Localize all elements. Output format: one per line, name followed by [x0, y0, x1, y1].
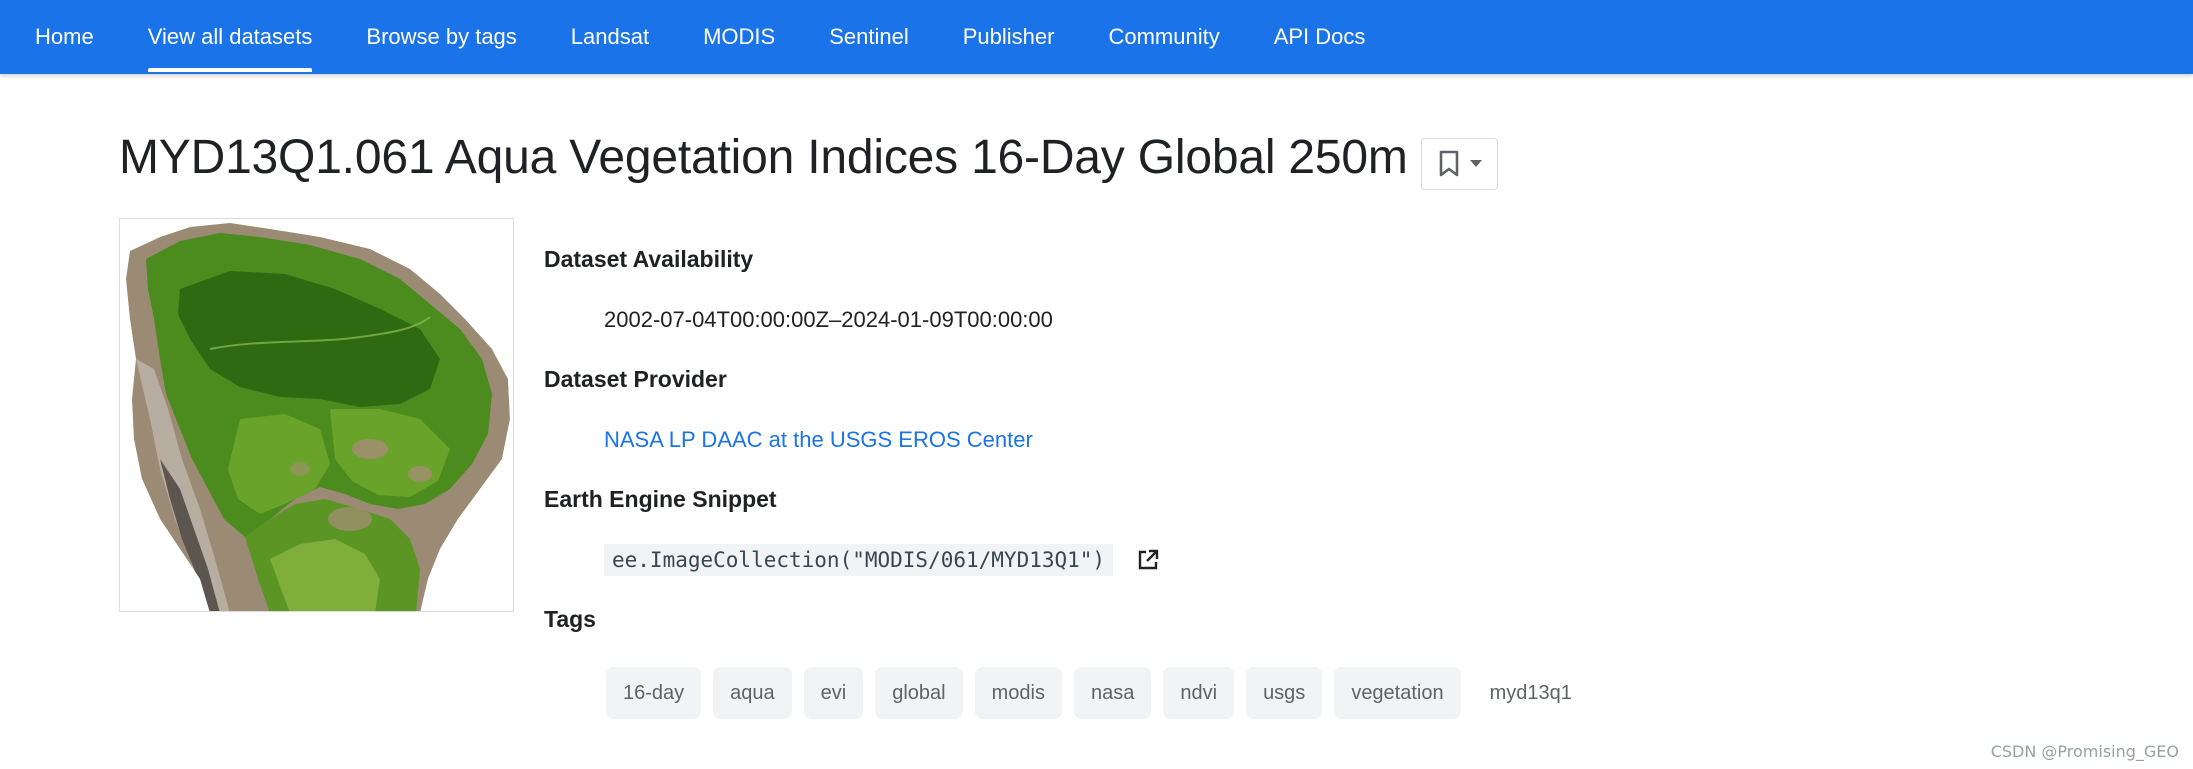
top-nav: Home View all datasets Browse by tags La… [0, 0, 2193, 74]
tag-list: 16-day aqua evi global modis nasa ndvi u… [606, 667, 1601, 719]
nav-item-landsat[interactable]: Landsat [571, 0, 649, 74]
tag-chip[interactable]: evi [803, 667, 864, 719]
watermark: CSDN @Promising_GEO [1990, 742, 2179, 761]
bookmark-button[interactable] [1421, 138, 1498, 190]
tag-chip[interactable]: modis [974, 667, 1062, 719]
tags-label: Tags [544, 606, 596, 632]
snippet-label: Earth Engine Snippet [544, 486, 777, 512]
provider-label: Dataset Provider [544, 366, 727, 392]
availability-label: Dataset Availability [544, 246, 754, 272]
nav-item-modis[interactable]: MODIS [703, 0, 775, 74]
bookmark-icon [1438, 150, 1460, 178]
tag-chip[interactable]: usgs [1246, 667, 1323, 719]
nav-item-view-all-datasets[interactable]: View all datasets [147, 0, 312, 74]
nav-item-community[interactable]: Community [1108, 0, 1219, 74]
nav-item-home[interactable]: Home [35, 0, 94, 74]
nav-item-publisher[interactable]: Publisher [963, 0, 1055, 74]
tag-chip[interactable]: ndvi [1163, 667, 1235, 719]
open-in-new-icon[interactable] [1136, 548, 1160, 577]
chevron-down-icon [1469, 160, 1482, 168]
earth-engine-snippet[interactable]: ee.ImageCollection("MODIS/061/MYD13Q1") [604, 544, 1114, 576]
nav-item-api-docs[interactable]: API Docs [1274, 0, 1366, 74]
nav-item-browse-by-tags[interactable]: Browse by tags [366, 0, 516, 74]
nav-item-sentinel[interactable]: Sentinel [829, 0, 909, 74]
tag-chip: myd13q1 [1489, 682, 1572, 704]
tag-chip[interactable]: vegetation [1334, 667, 1461, 719]
tag-chip[interactable]: nasa [1073, 667, 1152, 719]
tag-chip[interactable]: aqua [713, 667, 792, 719]
tag-chip[interactable]: 16-day [606, 667, 702, 719]
page-title: MYD13Q1.061 Aqua Vegetation Indices 16-D… [119, 131, 1408, 184]
provider-link[interactable]: NASA LP DAAC at the USGS EROS Center [604, 427, 1033, 453]
availability-value: 2002-07-04T00:00:00Z–2024-01-09T00:00:00 [604, 307, 1053, 332]
dataset-thumbnail [119, 218, 514, 612]
tag-chip[interactable]: global [875, 667, 963, 719]
